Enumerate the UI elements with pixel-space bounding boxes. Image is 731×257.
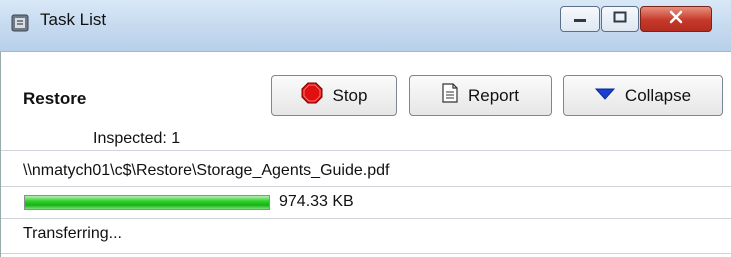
progress-fill — [25, 196, 269, 209]
collapse-button-label: Collapse — [624, 85, 692, 105]
report-button-label: Report — [467, 85, 520, 105]
title-bar[interactable]: Task List — [0, 0, 731, 52]
collapse-button[interactable]: Collapse — [563, 75, 723, 116]
inspected-count: Inspected: 1 — [93, 130, 181, 147]
triangle-down-icon — [594, 86, 616, 106]
maximize-icon — [613, 10, 627, 28]
stop-sign-icon — [301, 82, 323, 109]
task-list-icon — [11, 14, 29, 32]
transfer-progress-bar — [24, 195, 270, 210]
close-icon — [669, 10, 683, 29]
window-title: Task List — [40, 10, 107, 29]
task-panel: Restore Stop Report Collapse Inspected: … — [0, 52, 731, 257]
divider — [1, 150, 731, 151]
document-icon — [442, 83, 458, 108]
divider — [1, 186, 731, 187]
divider — [1, 218, 731, 219]
task-heading: Restore — [23, 89, 87, 108]
minimize-icon — [573, 10, 587, 28]
stop-button[interactable]: Stop — [271, 75, 397, 116]
status-text: Transferring... — [23, 225, 122, 242]
transferred-size: 974.33 KB — [279, 193, 354, 210]
close-button[interactable] — [640, 6, 712, 32]
file-path: \\nmatych01\c$\Restore\Storage_Agents_Gu… — [23, 162, 390, 179]
task-header: Restore Stop Report Collapse Inspected: … — [1, 52, 731, 150]
minimize-button[interactable] — [560, 6, 600, 32]
report-button[interactable]: Report — [409, 75, 552, 116]
divider — [1, 253, 731, 254]
stop-button-label: Stop — [332, 85, 368, 105]
maximize-button[interactable] — [601, 6, 639, 32]
task-list-window: Task List Restore Stop Report Collapse I… — [0, 0, 731, 257]
